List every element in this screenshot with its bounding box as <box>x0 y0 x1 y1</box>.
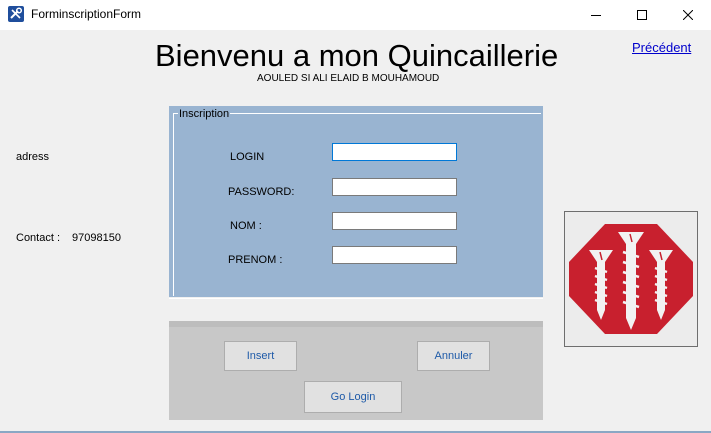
actions-panel-band <box>169 321 543 327</box>
maximize-icon <box>637 10 647 20</box>
contact-value: 97098150 <box>72 232 121 244</box>
inscription-group <box>169 106 543 299</box>
maximize-button[interactable] <box>619 0 665 30</box>
nom-label: NOM : <box>230 220 262 232</box>
minimize-button[interactable] <box>573 0 619 30</box>
password-label: PASSWORD: <box>228 186 295 198</box>
go-login-button[interactable]: Go Login <box>304 381 402 413</box>
login-input[interactable] <box>332 143 457 161</box>
previous-link[interactable]: Précédent <box>632 40 691 55</box>
page-title: Bienvenu a mon Quincaillerie <box>155 38 559 73</box>
cancel-button[interactable]: Annuler <box>417 341 490 371</box>
group-divider <box>169 298 543 299</box>
close-icon <box>683 10 693 20</box>
contact-label: Contact : <box>16 232 61 244</box>
close-button[interactable] <box>665 0 711 30</box>
prenom-label: PRENOM : <box>228 254 283 266</box>
prenom-input[interactable] <box>332 246 457 264</box>
title-bar: ForminscriptionForm <box>0 0 711 30</box>
address-label: adress <box>16 151 50 163</box>
login-label: LOGIN <box>230 151 265 163</box>
nom-input[interactable] <box>332 212 457 230</box>
logo-picture <box>564 211 698 347</box>
tools-icon <box>8 6 24 22</box>
group-border <box>173 113 541 296</box>
screws-logo-icon <box>565 212 697 351</box>
insert-button[interactable]: Insert <box>224 341 297 371</box>
window-title: ForminscriptionForm <box>31 7 142 21</box>
group-title: Inscription <box>178 108 231 120</box>
password-input[interactable] <box>332 178 457 196</box>
page-subtitle: AOULED SI ALI ELAID B MOUHAMOUD <box>257 73 440 84</box>
minimize-icon <box>591 10 601 20</box>
